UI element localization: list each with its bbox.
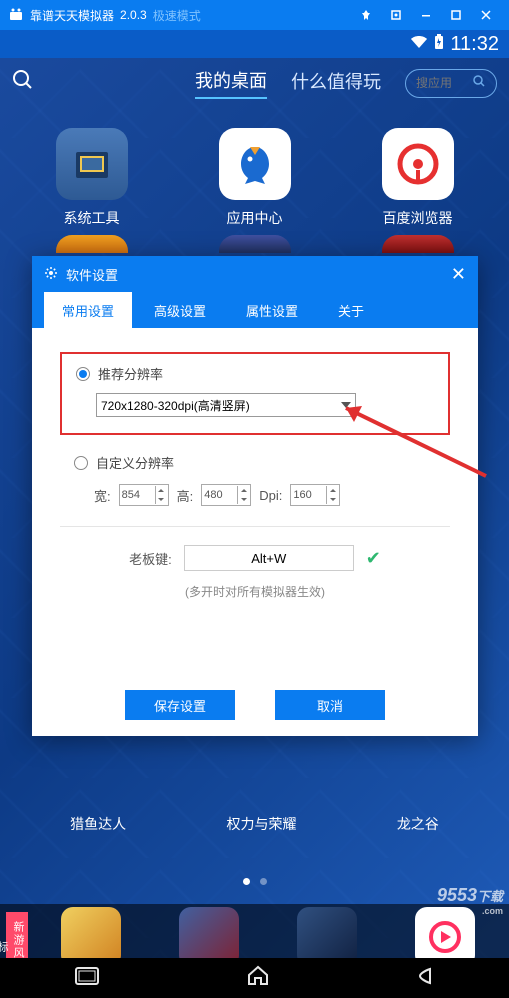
pin-icon[interactable] — [351, 0, 381, 30]
speed-mode-label: 极速模式 — [153, 7, 201, 24]
game-icon — [61, 907, 121, 958]
dpi-label: Dpi: — [259, 488, 282, 503]
watermark: 9553下载 .com — [437, 885, 503, 916]
settings-dialog: 软件设置 ✕ 常用设置 高级设置 属性设置 关于 推荐分辨率 720x1280-… — [32, 256, 478, 736]
tab-my-desktop[interactable]: 我的桌面 — [195, 67, 267, 99]
app-label: 猎鱼达人 — [70, 814, 126, 834]
app-app-center[interactable]: 应用中心 — [200, 128, 310, 228]
page-dot — [260, 878, 267, 885]
dialog-close-icon[interactable]: ✕ — [451, 264, 466, 285]
window-mode-icon[interactable] — [381, 0, 411, 30]
radio-checked-icon[interactable] — [76, 367, 90, 381]
app-grid-row2-peek — [0, 235, 509, 253]
check-icon: ✔ — [366, 548, 381, 569]
dialog-footer: 保存设置 取消 — [32, 674, 478, 736]
game-item[interactable]: 大话西游热血版 — [272, 907, 382, 958]
boss-key-note: (多开时对所有模拟器生效) — [60, 583, 450, 600]
boss-key-label: 老板键: — [129, 549, 172, 568]
page-dot-active — [243, 878, 250, 885]
tab-about[interactable]: 关于 — [320, 292, 382, 328]
app-label: 权力与荣耀 — [226, 814, 296, 834]
game-item[interactable]: 龙之谷 — [36, 907, 146, 958]
wifi-icon — [410, 35, 428, 54]
app-baidu-browser[interactable]: 百度浏览器 — [363, 128, 473, 228]
dialog-title: 软件设置 — [66, 265, 118, 284]
radio-label: 推荐分辨率 — [98, 364, 163, 383]
back-icon[interactable] — [416, 966, 436, 991]
battery-icon — [434, 34, 444, 55]
tab-common-settings[interactable]: 常用设置 — [44, 292, 132, 328]
close-icon[interactable] — [471, 0, 501, 30]
resolution-select[interactable]: 720x1280-320dpi(高清竖屏) — [96, 393, 356, 417]
radio-custom-resolution[interactable]: 自定义分辨率 — [74, 453, 450, 472]
maximize-icon[interactable] — [441, 0, 471, 30]
dpi-stepper[interactable]: 160 — [290, 484, 340, 506]
dialog-tabs: 常用设置 高级设置 属性设置 关于 — [32, 292, 478, 328]
fish-icon — [219, 128, 291, 200]
home-icon[interactable] — [247, 965, 269, 992]
folder-icon — [56, 128, 128, 200]
game-item[interactable]: 轩辕剑3 — [154, 907, 264, 958]
android-nav-bar — [0, 958, 509, 998]
app-grid: 系统工具 应用中心 百度浏览器 — [0, 108, 509, 233]
minimize-icon[interactable] — [411, 0, 441, 30]
search-pill-icon[interactable] — [472, 74, 486, 93]
width-label: 宽: — [94, 486, 111, 505]
dialog-header: 软件设置 ✕ — [32, 256, 478, 292]
highlight-box: 推荐分辨率 720x1280-320dpi(高清竖屏) — [60, 352, 450, 435]
search-pill[interactable] — [405, 69, 497, 98]
search-icon[interactable] — [12, 69, 34, 97]
baidu-icon — [382, 128, 454, 200]
bottom-app-labels: 猎鱼达人 权力与荣耀 龙之谷 — [0, 814, 509, 834]
chevron-down-icon — [341, 402, 351, 408]
app-title: 靠谱天天模拟器 — [30, 7, 114, 24]
app-system-tools[interactable]: 系统工具 — [37, 128, 147, 228]
search-input[interactable] — [416, 76, 466, 90]
android-status-bar: 11:32 — [0, 30, 509, 58]
boss-key-input[interactable] — [184, 545, 354, 571]
app-label: 龙之谷 — [397, 814, 439, 834]
game-icon — [297, 907, 357, 958]
height-label: 高: — [177, 486, 194, 505]
width-stepper[interactable]: 854 — [119, 484, 169, 506]
app-logo-icon — [8, 7, 24, 23]
cancel-button[interactable]: 取消 — [275, 690, 385, 720]
game-icon — [179, 907, 239, 958]
page-indicator — [0, 878, 509, 885]
resolution-value: 720x1280-320dpi(高清竖屏) — [101, 397, 250, 414]
launcher-top-row: 我的桌面 什么值得玩 — [0, 58, 509, 108]
app-version: 2.0.3 — [120, 8, 147, 22]
radio-label: 自定义分辨率 — [96, 453, 174, 472]
tab-advanced-settings[interactable]: 高级设置 — [136, 292, 224, 328]
tab-worth-playing[interactable]: 什么值得玩 — [291, 68, 381, 98]
custom-dimension-row: 宽: 854 高: 480 Dpi: 160 — [94, 484, 450, 506]
radio-unchecked-icon[interactable] — [74, 456, 88, 470]
status-time: 11:32 — [450, 33, 499, 56]
gear-icon — [44, 266, 58, 283]
new-games-bar: 新游风向标 龙之谷 轩辕剑3 大话西游热血版 星月VR直播 — [0, 904, 509, 958]
app-label: 系统工具 — [64, 208, 120, 228]
recent-apps-icon[interactable] — [74, 966, 100, 991]
radio-recommended-resolution[interactable]: 推荐分辨率 — [76, 364, 434, 383]
emulator-title-bar: 靠谱天天模拟器 2.0.3 极速模式 — [0, 0, 509, 30]
new-games-tag: 新游风向标 — [6, 912, 28, 958]
save-button[interactable]: 保存设置 — [125, 690, 235, 720]
boss-key-row: 老板键: ✔ — [60, 545, 450, 571]
tab-attribute-settings[interactable]: 属性设置 — [228, 292, 316, 328]
height-stepper[interactable]: 480 — [201, 484, 251, 506]
app-label: 应用中心 — [227, 208, 283, 228]
dialog-body: 推荐分辨率 720x1280-320dpi(高清竖屏) 自定义分辨率 宽: 85… — [32, 328, 478, 674]
app-label: 百度浏览器 — [383, 208, 453, 228]
